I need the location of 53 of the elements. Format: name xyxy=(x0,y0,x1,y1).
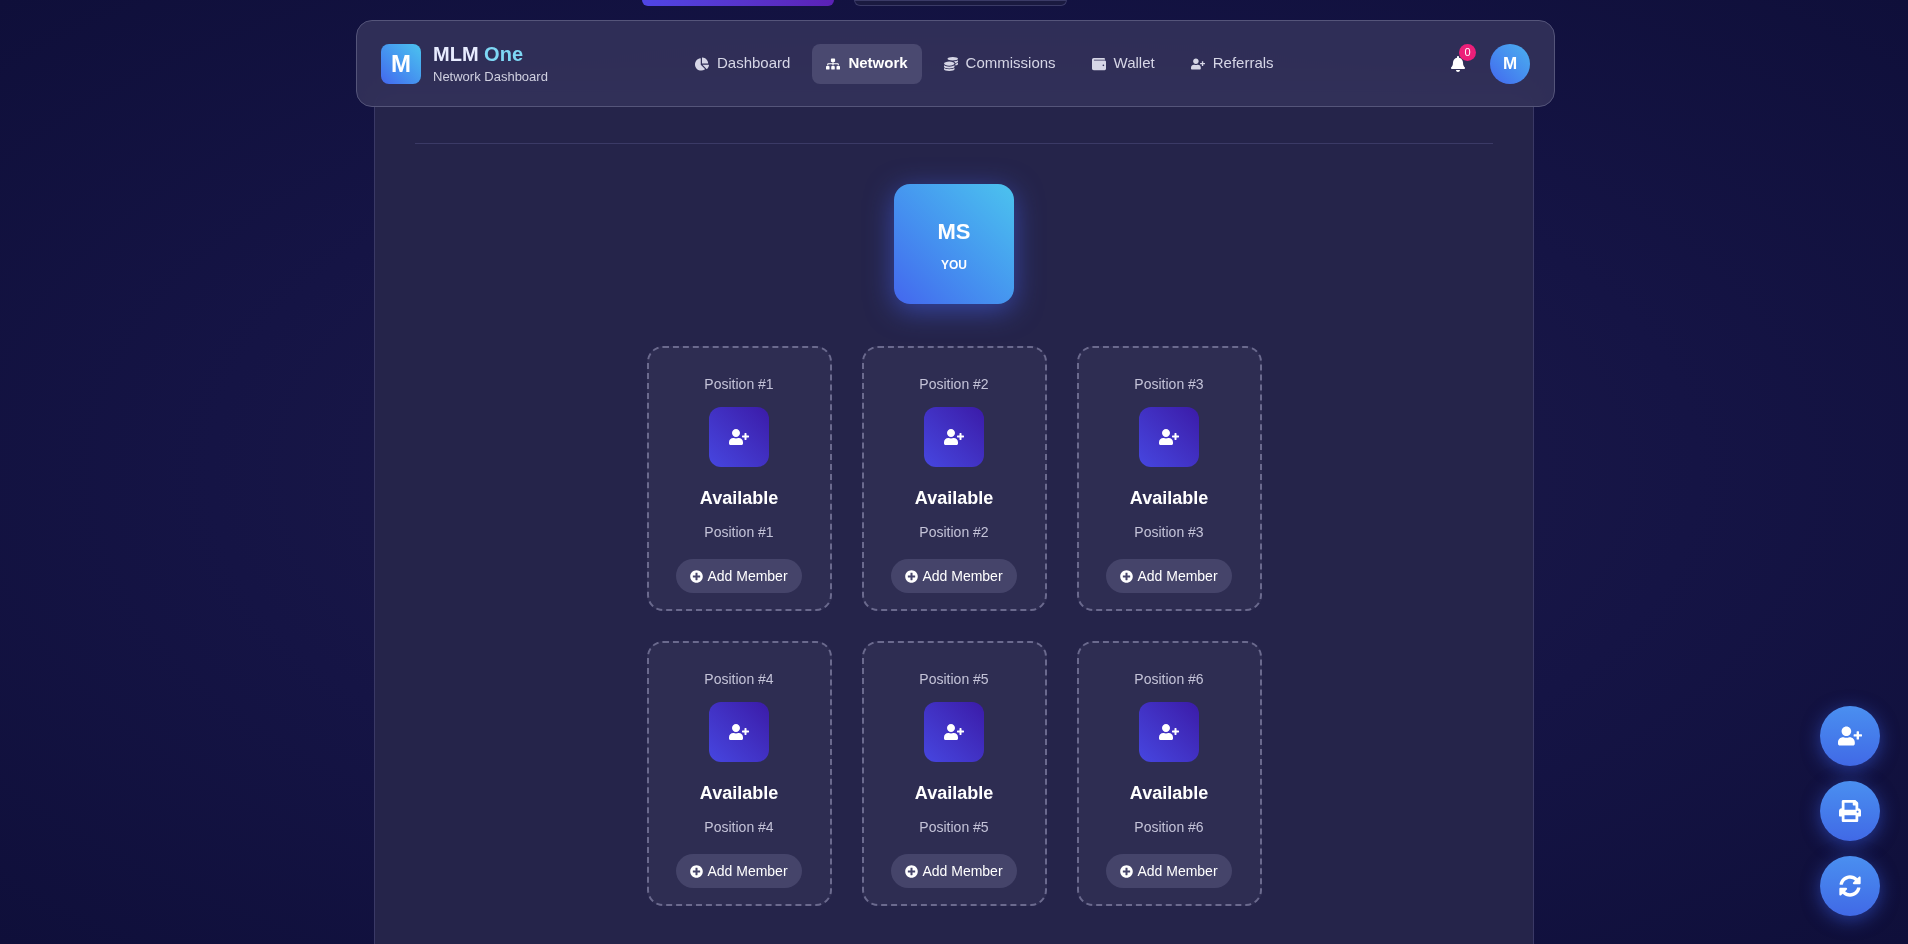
add-member-button[interactable]: Add Member xyxy=(891,559,1017,593)
add-user-icon xyxy=(924,702,984,762)
position-title: Position #1 xyxy=(704,375,774,394)
position-subtitle: Position #1 xyxy=(704,523,774,542)
position-status: Available xyxy=(699,487,779,510)
user-plus-icon xyxy=(1190,56,1205,71)
brand-name: MLM One xyxy=(433,44,524,64)
refresh-icon xyxy=(1839,875,1861,897)
add-member-button[interactable]: Add Member xyxy=(676,559,802,593)
position-title: Position #3 xyxy=(1134,375,1204,394)
hierarchy-icon xyxy=(826,56,841,71)
add-user-icon xyxy=(709,407,769,467)
printer-icon xyxy=(1839,800,1861,822)
user-plus-icon xyxy=(1838,724,1862,748)
wallet-icon xyxy=(1091,56,1106,71)
add-member-button[interactable]: Add Member xyxy=(676,854,802,888)
print-button[interactable] xyxy=(1820,781,1880,841)
position-status: Available xyxy=(914,782,994,805)
position-subtitle: Position #2 xyxy=(919,523,989,542)
member-initials: MS xyxy=(937,217,971,246)
position-status: Available xyxy=(1129,487,1209,510)
add-user-icon xyxy=(1139,702,1199,762)
add-user-icon xyxy=(1139,407,1199,467)
pie-chart-icon xyxy=(695,56,709,71)
position-subtitle: Position #4 xyxy=(704,818,774,837)
position-subtitle: Position #5 xyxy=(919,818,989,837)
position-subtitle: Position #6 xyxy=(1134,818,1204,837)
nav-tab[interactable]: Wallet xyxy=(1077,43,1169,84)
nav-tab[interactable]: Network xyxy=(812,43,922,84)
position-status: Available xyxy=(914,487,994,510)
position-subtitle: Position #3 xyxy=(1134,523,1204,542)
notification-bell-icon[interactable] xyxy=(1450,55,1466,72)
refresh-button[interactable] xyxy=(1820,856,1880,916)
position-title: Position #6 xyxy=(1134,670,1204,689)
position-status: Available xyxy=(1129,782,1209,805)
position-status: Available xyxy=(699,782,779,805)
add-member-button[interactable]: Add Member xyxy=(1106,854,1232,888)
brand-logo: M xyxy=(381,43,421,84)
add-user-button[interactable] xyxy=(1820,706,1880,766)
member-label: YOU xyxy=(941,256,967,274)
coins-icon xyxy=(943,56,958,71)
nav-tab[interactable]: Commissions xyxy=(929,43,1070,84)
nav-tab[interactable]: Dashboard xyxy=(681,43,805,84)
position-title: Position #5 xyxy=(919,670,989,689)
nav-tab[interactable]: Referrals xyxy=(1176,43,1288,84)
position-title: Position #2 xyxy=(919,375,989,394)
position-title: Position #4 xyxy=(704,670,774,689)
add-user-icon xyxy=(924,407,984,467)
add-member-button[interactable]: Add Member xyxy=(1106,559,1232,593)
add-user-icon xyxy=(709,702,769,762)
notification-badge: 0 xyxy=(1459,43,1476,61)
brand-subtitle: Network Dashboard xyxy=(433,70,548,83)
add-member-button[interactable]: Add Member xyxy=(891,854,1017,888)
